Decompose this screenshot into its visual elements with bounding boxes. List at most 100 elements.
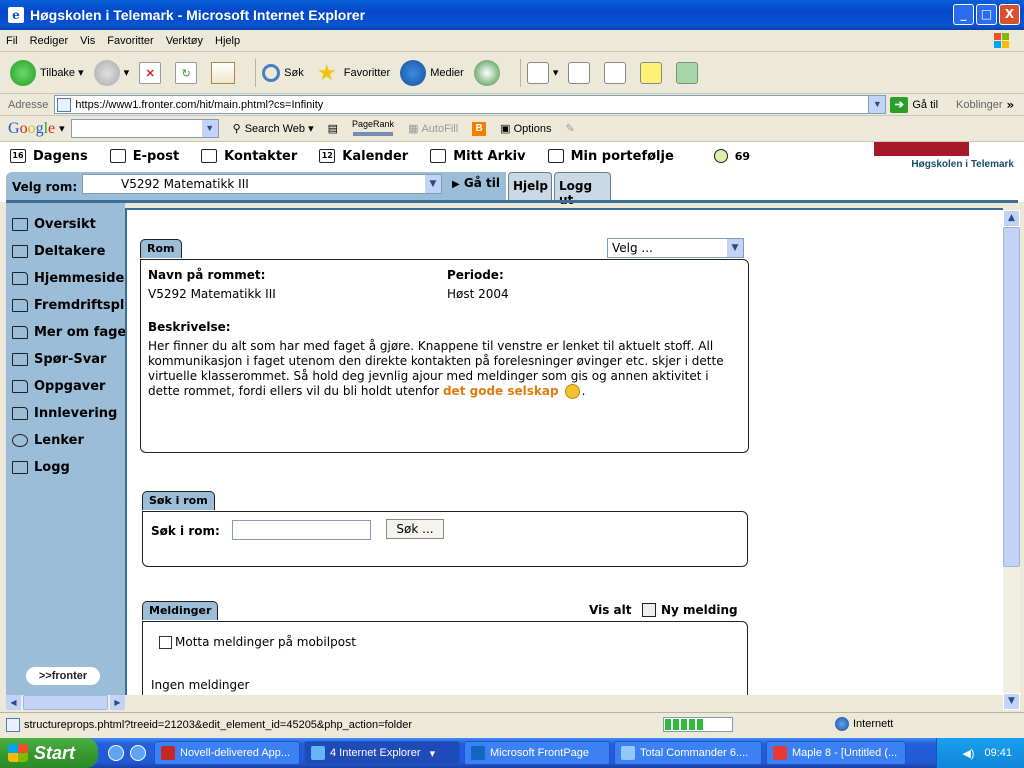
start-button[interactable]: Start — [0, 738, 98, 768]
task-novell[interactable]: Novell-delivered App... — [154, 741, 300, 765]
messages-panel-tab: Meldinger — [142, 601, 219, 620]
sidebar-item-innlevering[interactable]: Innlevering — [6, 400, 125, 427]
menu-file[interactable]: Fil — [0, 35, 24, 47]
nav-dagens[interactable]: 16 Dagens — [10, 149, 88, 164]
search-web-button[interactable]: ⚲ Search Web ▾ — [233, 122, 314, 136]
chevron-down-icon[interactable]: ▼ — [727, 239, 743, 257]
nav-kalender[interactable]: 12 Kalender — [319, 149, 408, 164]
sidebar-item-oversikt[interactable]: Oversikt — [6, 211, 125, 238]
ie-icon: e — [8, 7, 24, 23]
sidebar-item-oppgaver[interactable]: Oppgaver — [6, 373, 125, 400]
options-button[interactable]: ▣ Options — [500, 122, 551, 136]
back-button[interactable]: Tilbake ▾ — [10, 59, 84, 86]
room-panel: Navn på rommet: V5292 Matematikk III Per… — [140, 259, 749, 453]
smiley-icon — [564, 384, 580, 399]
close-button[interactable]: X — [999, 4, 1020, 25]
search-button[interactable]: Søk — [262, 63, 304, 82]
security-zone: Internett — [835, 717, 893, 731]
scroll-up-arrow[interactable]: ▲ — [1003, 210, 1020, 227]
nav-portefolje[interactable]: Min portefølje — [547, 149, 674, 164]
chevron-down-icon[interactable]: ▼ — [425, 175, 441, 193]
pencil-button[interactable]: ✎ — [565, 122, 574, 135]
search-room-button[interactable]: Søk ... — [386, 519, 444, 539]
nav-kontakter[interactable]: Kontakter — [201, 149, 297, 164]
scroll-down-arrow[interactable]: ▼ — [1003, 693, 1020, 710]
mobile-checkbox[interactable] — [159, 636, 172, 649]
ie-quicklaunch-icon[interactable] — [108, 745, 124, 761]
scroll-left-arrow[interactable]: ◀ — [6, 695, 21, 710]
minimize-button[interactable]: _ — [953, 4, 974, 25]
address-input[interactable]: https://www1.fronter.com/hit/main.phtml?… — [54, 95, 887, 114]
menu-view[interactable]: Vis — [74, 35, 101, 47]
sidebar-item-fremdriftsplan[interactable]: Fremdriftsplan — [6, 292, 125, 319]
nav-mitt-arkiv[interactable]: Mitt Arkiv — [430, 149, 526, 164]
menu-tools[interactable]: Verktøy — [160, 35, 209, 47]
calendar-day-icon: 16 — [10, 149, 26, 163]
menu-edit[interactable]: Rediger — [24, 35, 75, 47]
online-users[interactable]: 69 — [713, 149, 750, 163]
scroll-right-arrow[interactable]: ▶ — [110, 695, 125, 710]
task-maple[interactable]: Maple 8 - [Untitled (... — [766, 741, 906, 765]
google-logo[interactable]: Google — [8, 120, 55, 138]
discuss-button[interactable] — [640, 61, 666, 84]
sidebar-item-hjemmeside[interactable]: Hjemmeside — [6, 265, 125, 292]
printer-icon — [568, 61, 591, 84]
search-room-input[interactable] — [232, 520, 371, 540]
messenger-button[interactable] — [676, 61, 702, 84]
sidebar-horizontal-scrollbar[interactable]: ◀ ▶ — [6, 695, 125, 710]
sidebar-item-mer-om-faget[interactable]: Mer om faget — [6, 319, 125, 346]
new-message-icon — [642, 603, 656, 617]
mobile-checkbox-label: Motta meldinger på mobilpost — [175, 635, 357, 649]
new-message-button[interactable]: Ny melding — [642, 603, 738, 617]
links-button[interactable]: Koblinger — [956, 99, 1002, 111]
maximize-button[interactable]: □ — [976, 4, 997, 25]
mail-button[interactable]: ▾ — [526, 61, 558, 84]
logout-tab[interactable]: Logg ut — [554, 172, 611, 207]
blogger-button[interactable]: B — [472, 121, 487, 136]
chevron-right-icon[interactable]: » — [1007, 98, 1015, 112]
desktop-quicklaunch-icon[interactable] — [130, 745, 146, 761]
edit-button[interactable] — [604, 61, 630, 84]
menu-favorites[interactable]: Favoritter — [101, 35, 159, 47]
chevron-down-icon[interactable]: ▼ — [868, 96, 886, 113]
home-button[interactable] — [211, 61, 239, 84]
task-internet-explorer[interactable]: 4 Internet Explorer ▾ — [304, 741, 460, 765]
google-search-input[interactable]: ▼ — [70, 119, 219, 138]
media-button[interactable]: Medier — [400, 59, 464, 86]
go-button[interactable]: ➔ Gå til — [890, 96, 938, 113]
help-tab[interactable]: Hjelp — [508, 172, 552, 200]
room-select[interactable]: V5292 Matematikk III ▼ — [82, 174, 442, 194]
media-globe-icon — [400, 59, 427, 86]
history-button[interactable] — [473, 59, 504, 86]
refresh-button[interactable]: ↻ — [175, 61, 201, 84]
scrollbar-thumb[interactable] — [1003, 227, 1020, 567]
go-arrow-icon: ➔ — [890, 96, 909, 113]
nav-epost[interactable]: E-post — [109, 149, 179, 164]
sidebar-item-lenker[interactable]: Lenker — [6, 427, 125, 454]
task-total-commander[interactable]: Total Commander 6.... — [614, 741, 762, 765]
scrollbar-thumb[interactable] — [23, 695, 108, 710]
favorites-button[interactable]: ★ Favoritter — [314, 60, 390, 86]
volume-icon[interactable]: ◀) — [962, 747, 974, 760]
menu-help[interactable]: Hjelp — [209, 35, 246, 47]
taskbar: Start Novell-delivered App... 4 Internet… — [0, 738, 1024, 768]
stop-button[interactable]: ✕ — [139, 61, 165, 84]
task-frontpage[interactable]: Microsoft FrontPage — [464, 741, 610, 765]
velg-select[interactable]: Velg ... ▼ — [607, 238, 744, 258]
forward-button[interactable]: ▾ — [93, 59, 129, 86]
view-all-link[interactable]: Vis alt — [589, 603, 631, 617]
news-button[interactable]: ▤ — [328, 122, 338, 135]
stop-icon: ✕ — [139, 61, 162, 84]
portfolio-icon — [547, 149, 564, 163]
gode-selskap-link[interactable]: det gode selskap — [443, 384, 559, 398]
sidebar-item-logg[interactable]: Logg — [6, 454, 125, 481]
goto-room-button[interactable]: ▶ Gå til — [452, 176, 500, 190]
vertical-scrollbar[interactable]: ▲ ▼ — [1003, 210, 1020, 710]
chevron-down-icon[interactable]: ▼ — [201, 120, 218, 137]
print-button[interactable] — [568, 61, 594, 84]
sidebar-item-deltakere[interactable]: Deltakere — [6, 238, 125, 265]
forum-icon — [12, 353, 28, 366]
app-icon — [161, 746, 175, 760]
sidebar-item-spor-svar[interactable]: Spør-Svar — [6, 346, 125, 373]
back-arrow-icon — [10, 59, 36, 86]
